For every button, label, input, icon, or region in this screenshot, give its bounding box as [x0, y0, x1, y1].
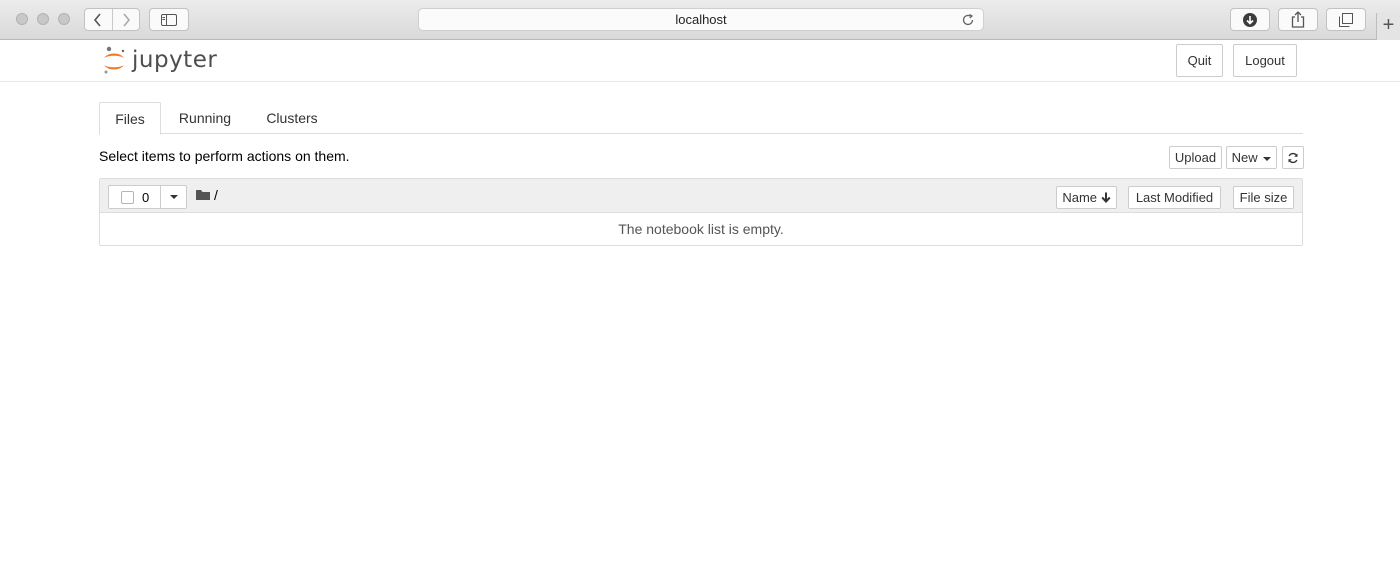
refresh-icon [1288, 152, 1298, 163]
reload-icon[interactable] [961, 13, 975, 27]
new-label: New [1231, 150, 1258, 165]
window-close-button[interactable] [16, 13, 28, 25]
new-tab-button[interactable]: + [1376, 13, 1400, 40]
new-tab-icon: + [1382, 14, 1395, 36]
back-button[interactable] [85, 9, 112, 30]
chevron-down-icon [169, 195, 178, 199]
notebook-list: 0 / Name Last Modified File size The not… [99, 178, 1303, 246]
chevron-down-icon [1263, 156, 1272, 161]
window-minimize-button[interactable] [37, 13, 49, 25]
quit-button[interactable]: Quit [1176, 44, 1223, 77]
sort-by-name-button[interactable]: Name [1056, 186, 1117, 209]
folder-icon [196, 190, 210, 200]
address-bar[interactable]: localhost [418, 8, 984, 31]
select-all-toggle[interactable]: 0 [109, 186, 160, 208]
browser-toolbar: localhost + [0, 0, 1400, 40]
sort-by-size-button[interactable]: File size [1233, 186, 1294, 209]
select-all-group: 0 [108, 185, 187, 209]
notebook-list-header: 0 / Name Last Modified File size [100, 179, 1302, 213]
url-text: localhost [675, 12, 727, 27]
show-tabs-button[interactable] [1326, 8, 1366, 31]
download-icon [1243, 12, 1257, 27]
jupyter-header: jupyter Quit Logout [0, 41, 1400, 82]
new-dropdown-button[interactable]: New [1226, 146, 1277, 169]
jupyter-logo[interactable]: jupyter [102, 45, 217, 77]
share-button[interactable] [1278, 8, 1318, 31]
forward-button[interactable] [111, 9, 139, 30]
selected-count: 0 [142, 189, 150, 205]
refresh-button[interactable] [1282, 146, 1304, 169]
sidebar-toggle-button[interactable] [149, 8, 189, 31]
tab-clusters[interactable]: Clusters [255, 102, 329, 134]
tabs-icon [1339, 12, 1353, 27]
breadcrumb[interactable]: / [214, 187, 218, 203]
instructions-text: Select items to perform actions on them. [99, 148, 350, 164]
logout-button[interactable]: Logout [1233, 44, 1297, 77]
sort-name-label: Name [1062, 190, 1098, 205]
dashboard-tabs: Files Running Clusters [99, 102, 1303, 135]
window-zoom-button[interactable] [58, 13, 70, 25]
arrow-down-icon [1101, 192, 1111, 203]
sort-by-modified-button[interactable]: Last Modified [1128, 186, 1221, 209]
upload-button[interactable]: Upload [1169, 146, 1222, 169]
jupyter-logo-text: jupyter [132, 47, 218, 73]
downloads-button[interactable] [1230, 8, 1270, 31]
back-icon [94, 12, 102, 27]
tab-running[interactable]: Running [167, 102, 243, 134]
share-icon [1291, 11, 1305, 28]
jupyter-logo-icon [104, 46, 125, 74]
select-all-checkbox[interactable] [121, 190, 134, 204]
history-nav [84, 8, 140, 31]
empty-list-message: The notebook list is empty. [618, 221, 784, 237]
forward-icon [123, 12, 131, 27]
select-options-dropdown[interactable] [160, 186, 186, 208]
tab-files[interactable]: Files [99, 102, 161, 135]
sidebar-icon [161, 13, 177, 26]
